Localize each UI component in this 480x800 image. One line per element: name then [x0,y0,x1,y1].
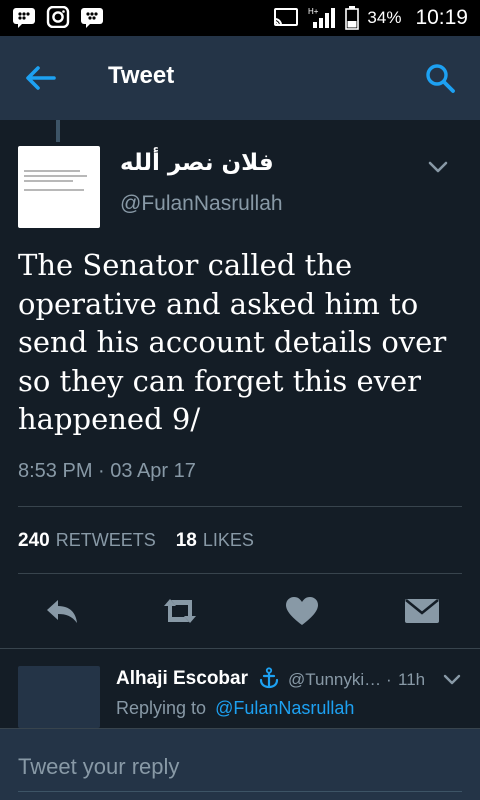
thread-connector-line [56,120,60,142]
reply-avatar[interactable] [18,666,100,728]
reply-composer [0,728,480,800]
battery-icon [345,6,360,30]
bbm-icon [81,8,103,28]
reply-time: 11h [398,670,426,689]
retweet-count[interactable]: 240 [18,530,50,552]
app-bar: Tweet [0,36,480,120]
instagram-icon [46,6,70,28]
chevron-down-icon[interactable] [426,158,450,176]
reply-input[interactable] [18,751,458,783]
divider [18,573,462,574]
retweet-label[interactable]: RETWEETS [56,530,156,551]
tweet-actions [0,590,480,630]
back-arrow-icon[interactable] [20,60,60,96]
author-handle[interactable]: @FulanNasrullah [120,192,283,216]
status-bar: H+ 34% 10:19 [0,0,480,36]
replying-to: Replying to @FulanNasrullah [116,698,354,719]
input-underline [18,791,462,792]
like-label[interactable]: LIKES [203,530,254,551]
search-icon[interactable] [422,60,458,96]
reply-author-name[interactable]: Alhaji Escobar [116,668,248,690]
avatar[interactable] [18,146,100,228]
cast-icon [274,8,299,26]
divider [0,648,480,649]
retweet-icon[interactable] [160,594,200,628]
avatar-text-line [24,189,84,191]
signal-type-label: H+ [308,7,319,16]
anchor-icon [259,667,279,689]
avatar-text-line [24,175,87,177]
divider [18,506,462,507]
direct-message-icon[interactable] [402,594,442,628]
author-display-name[interactable]: فلان نصر ألله [120,150,274,176]
separator: · [386,670,392,689]
signal-icon: H+ [308,7,336,28]
avatar-text-line [24,170,80,172]
tweet-timestamp: 8:53 PM · 03 Apr 17 [18,460,196,482]
replying-to-label: Replying to [116,698,207,718]
replying-to-mention[interactable]: @FulanNasrullah [215,698,354,718]
page-title: Tweet [108,62,175,89]
tweet-text: The Senator called the operative and ask… [18,248,447,436]
reply-author-handle[interactable]: @Tunnyki… [288,670,381,690]
chevron-down-icon[interactable] [442,672,462,688]
avatar-text-line [24,180,73,182]
bbm-notification-icon [13,8,35,28]
battery-percent: 34% [367,8,402,27]
reply-icon[interactable] [42,594,82,628]
tweet-stats: 240 RETWEETS 18 LIKES [18,530,274,552]
clock: 10:19 [415,6,468,29]
like-count[interactable]: 18 [176,530,197,552]
heart-icon[interactable] [282,594,322,628]
